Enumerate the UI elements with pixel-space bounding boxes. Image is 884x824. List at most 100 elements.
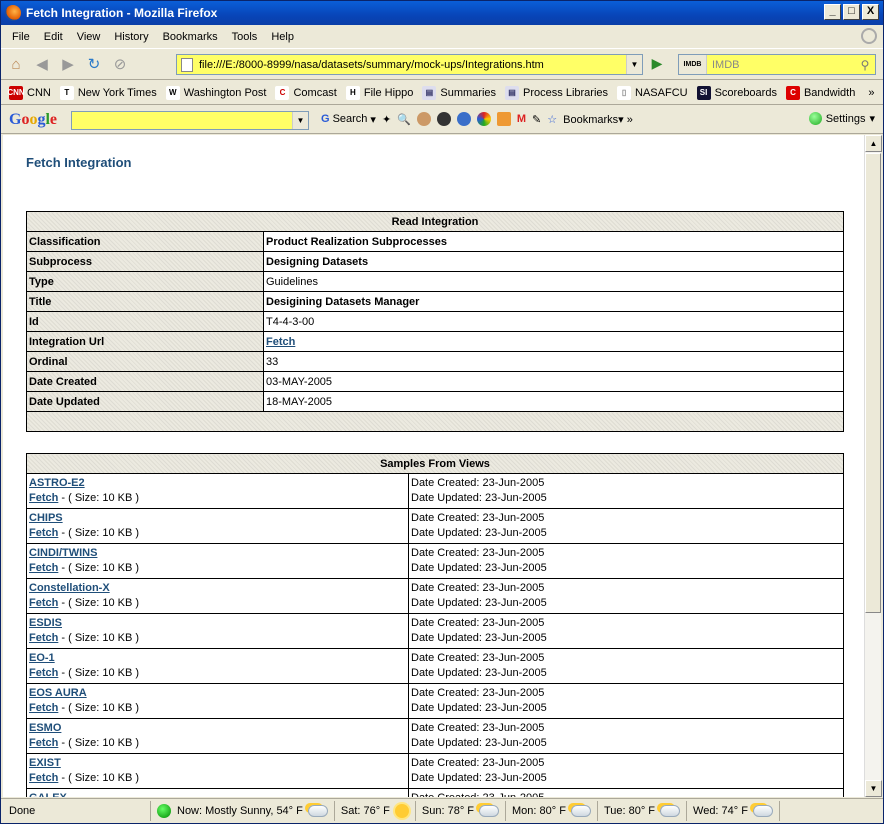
sample-name-link[interactable]: GALEX [29, 792, 67, 797]
sample-name-link[interactable]: Constellation-X [29, 582, 110, 594]
sample-fetch-link[interactable]: Fetch [29, 597, 58, 609]
sample-fetch-link[interactable]: Fetch [29, 492, 58, 504]
bookmarks-overflow-icon[interactable]: » [868, 87, 874, 99]
partly-cloudy-icon [570, 805, 591, 817]
gmail-icon[interactable]: M [517, 113, 526, 125]
forward-icon[interactable]: ▶ [57, 53, 79, 75]
field-label: Date Updated [26, 391, 264, 412]
reload-icon[interactable]: ↻ [83, 53, 105, 75]
picasa-icon[interactable] [476, 112, 491, 126]
bookmark-process-libraries[interactable]: ▤ Process Libraries [505, 85, 609, 100]
highlight-icon[interactable]: ✦ [382, 113, 391, 126]
home-icon[interactable]: ⌂ [5, 53, 27, 75]
sample-fetch-link[interactable]: Fetch [29, 667, 58, 679]
sample-dates: Date Created: 23-Jun-2005 Date Updated: 2… [408, 613, 844, 649]
bookmark-label: Process Libraries [523, 86, 609, 99]
sample-updated: Date Updated: 23-Jun-2005 [411, 667, 547, 679]
sample-fetch-link[interactable]: Fetch [29, 632, 58, 644]
sample-fetch-link[interactable]: Fetch [29, 527, 58, 539]
back-icon[interactable]: ◀ [31, 53, 53, 75]
sample-name-link[interactable]: EOS AURA [29, 687, 87, 699]
google-logo[interactable]: Google [9, 111, 57, 129]
weather-item[interactable]: Mon: 80° F [506, 801, 598, 821]
menu-file[interactable]: File [5, 31, 37, 43]
field-label: Type [26, 271, 264, 292]
google-settings-button[interactable]: Settings ▾ [808, 112, 875, 125]
maximize-button[interactable]: □ [843, 4, 860, 20]
page-content[interactable]: Fetch Integration Read Integration Class… [3, 135, 864, 797]
weather-item[interactable]: Sat: 76° F [335, 801, 416, 821]
star-icon[interactable]: ☆ [547, 113, 557, 126]
menu-help[interactable]: Help [264, 31, 301, 43]
weather-item[interactable]: Now: Mostly Sunny, 54° F [171, 801, 335, 821]
find-icon[interactable]: 🔍 [397, 113, 411, 126]
sample-name-link[interactable]: EXIST [29, 757, 61, 769]
scroll-up-icon[interactable]: ▲ [865, 135, 882, 152]
url-dropdown-icon[interactable]: ▼ [626, 55, 642, 74]
menu-tools[interactable]: Tools [225, 31, 265, 43]
integration-url-link[interactable]: Fetch [266, 336, 295, 348]
bookmark-scoreboards[interactable]: SI Scoreboards [696, 85, 777, 100]
field-row: Title Desigining Datasets Manager [26, 291, 844, 312]
google-dropdown-icon[interactable]: ▼ [292, 112, 308, 129]
search-box[interactable]: IMDB IMDB ⚲ [678, 54, 876, 75]
close-button[interactable]: X [862, 4, 879, 20]
bookmark-comcast[interactable]: C Comcast [275, 85, 337, 100]
bookmark-new-york-times[interactable]: T New York Times [59, 85, 157, 100]
google-bookmarks-button[interactable]: Bookmarks▾ » [563, 113, 633, 126]
bookmark-nasafcu[interactable]: ▯ NASAFCU [617, 85, 688, 100]
field-row: Type Guidelines [26, 271, 844, 292]
stop-icon[interactable]: ⊘ [109, 53, 131, 75]
gadget-icon[interactable] [496, 112, 511, 126]
field-row: Id T4-4-3-00 [26, 311, 844, 332]
sample-fetch-link[interactable]: Fetch [29, 737, 58, 749]
bookmark-summaries[interactable]: ▤ Summaries [422, 85, 497, 100]
bookmark-washington-post[interactable]: W Washington Post [165, 85, 266, 100]
sample-fetch-link[interactable]: Fetch [29, 702, 58, 714]
bookmark-file-hippo[interactable]: H File Hippo [345, 85, 413, 100]
url-text[interactable]: file:///E:/8000-8999/nasa/datasets/summa… [199, 59, 626, 71]
search-input[interactable]: IMDB [712, 59, 855, 71]
weather-label: Tue: 80° F [603, 805, 656, 817]
google-search-button[interactable]: G Search ▾ [321, 113, 376, 126]
partly-cloudy-icon [752, 805, 773, 817]
weather-globe-icon[interactable] [157, 804, 171, 818]
go-icon[interactable]: ▶ [647, 55, 667, 75]
weather-item[interactable]: Wed: 74° F [687, 801, 780, 821]
minimize-button[interactable]: _ [824, 4, 841, 20]
bookmark-cnn[interactable]: CNN CNN [7, 85, 51, 100]
weather-item[interactable]: Tue: 80° F [598, 801, 688, 821]
title-bar: Fetch Integration - Mozilla Firefox _ □ … [1, 1, 883, 25]
sample-name-link[interactable]: EO-1 [29, 652, 55, 664]
translate-icon[interactable]: ✎ [532, 113, 541, 126]
bookmark-label: CNN [27, 86, 51, 99]
sample-name-link[interactable]: ESMO [29, 722, 61, 734]
firefox-icon [5, 5, 21, 21]
globe-icon[interactable] [456, 112, 471, 126]
scroll-down-icon[interactable]: ▼ [865, 780, 882, 797]
news-icon[interactable] [416, 112, 431, 126]
sample-row: EOS AURA Fetch - ( Size: 10 KB ) Date Crea… [26, 683, 844, 719]
bookmark-label: Summaries [440, 86, 497, 99]
weather-item[interactable]: Sun: 78° F [416, 801, 507, 821]
sample-name-link[interactable]: ESDIS [29, 617, 62, 629]
search-engine-icon[interactable]: IMDB [679, 55, 707, 74]
sample-size: - ( Size: 10 KB ) [61, 737, 140, 749]
menu-view[interactable]: View [70, 31, 108, 43]
vertical-scrollbar[interactable]: ▲ ▼ [864, 135, 882, 797]
menu-edit[interactable]: Edit [37, 31, 70, 43]
scroll-thumb[interactable] [865, 153, 881, 613]
nyt-toolbar-icon[interactable] [436, 112, 451, 126]
sample-created: Date Created: 23-Jun-2005 [411, 582, 545, 594]
bookmark-bandwidth[interactable]: C Bandwidth [785, 85, 855, 100]
sample-name-link[interactable]: CHIPS [29, 512, 63, 524]
sample-name-link[interactable]: ASTRO-E2 [29, 477, 85, 489]
menu-history[interactable]: History [107, 31, 155, 43]
search-icon[interactable]: ⚲ [855, 58, 875, 72]
menu-bookmarks[interactable]: Bookmarks [156, 31, 225, 43]
url-bar[interactable]: file:///E:/8000-8999/nasa/datasets/summa… [176, 54, 643, 75]
sample-fetch-link[interactable]: Fetch [29, 772, 58, 784]
sample-fetch-link[interactable]: Fetch [29, 562, 58, 574]
sample-name-link[interactable]: CINDI/TWINS [29, 547, 97, 559]
google-search-input[interactable]: ▼ [71, 111, 309, 130]
